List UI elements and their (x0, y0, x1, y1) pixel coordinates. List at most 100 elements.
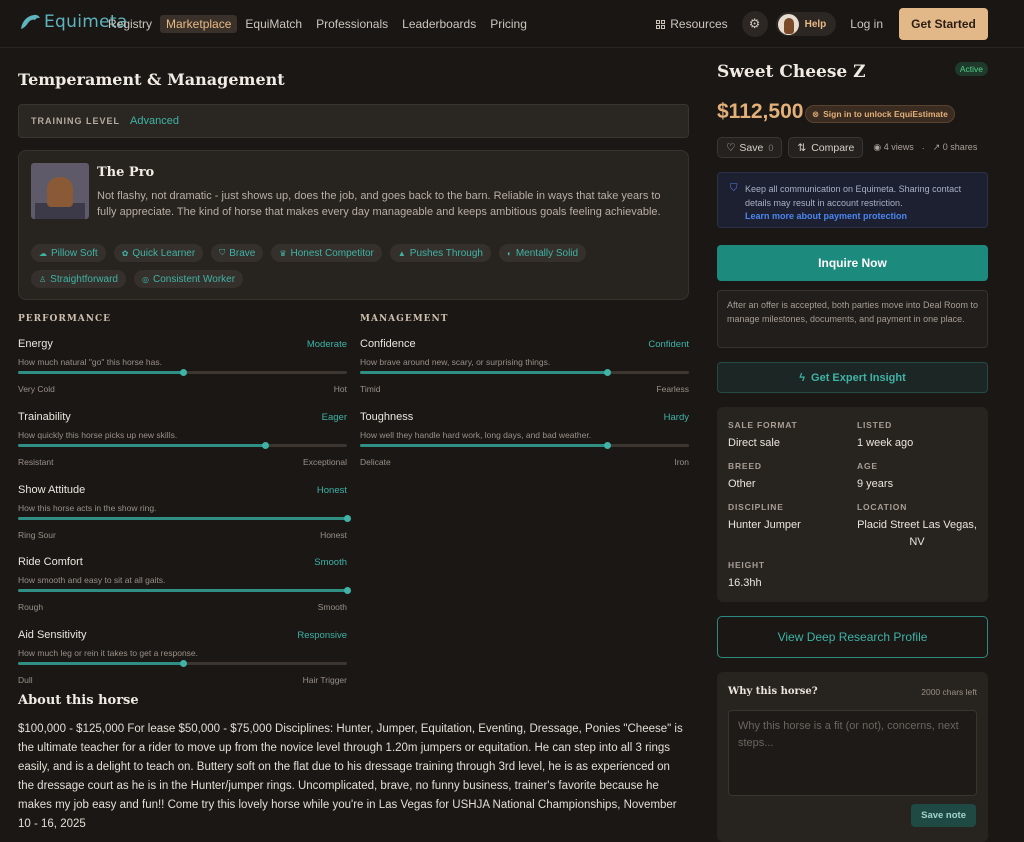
help-button[interactable]: Help (775, 12, 837, 36)
shares-count: ↗ 0 shares (933, 142, 978, 153)
metric-value: Moderate (306, 339, 347, 350)
grid-icon (656, 19, 666, 29)
trait-tag: ◎ Consistent Worker (133, 270, 244, 288)
status-badge: Active (954, 62, 988, 76)
eye-icon: ◉ (873, 142, 884, 152)
why-this-horse-card: Why this horse? 2000 chars left Why this… (717, 672, 988, 842)
performance-heading: PERFORMANCE (18, 314, 112, 324)
metric-description: How brave around new, scary, or surprisi… (360, 357, 551, 367)
metric-description: How quickly this horse picks up new skil… (18, 429, 178, 440)
nav-link-pricing[interactable]: Pricing (484, 15, 533, 33)
metric-slider-thumb (344, 514, 351, 522)
mountain-icon: ▲ (397, 248, 406, 258)
separator-dot: · (921, 142, 925, 153)
training-level-bar: TRAINING LEVEL Advanced (18, 104, 689, 138)
metric-slider-track (18, 514, 351, 522)
metric-slider-track (360, 441, 689, 449)
save-label: Save (739, 141, 764, 154)
trait-tag: ▲ Pushes Through (389, 244, 491, 262)
save-note-button[interactable]: Save note (911, 804, 976, 827)
save-button[interactable]: ♡ Save 0 (717, 137, 783, 158)
payment-protection-link[interactable]: Learn more about payment protection (745, 211, 907, 221)
metric-high-label: Fearless (656, 384, 689, 394)
notice-text: Keep all communication on Equimeta. Shar… (745, 183, 981, 224)
lock-icon: ⊗ (812, 108, 820, 119)
about-title: About this horse (18, 693, 139, 708)
gear-icon: ⚙ (748, 16, 761, 31)
why-note-textarea[interactable]: Why this horse is a fit (or not), concer… (728, 710, 977, 796)
get-started-button[interactable]: Get Started (899, 8, 988, 40)
detail-value: 16.3hh (728, 577, 762, 589)
detail-location: LOCATION Placid Street Las Vegas, NV (857, 502, 977, 551)
trait-tag-label: Consistent Worker (152, 273, 236, 285)
expert-insight-button[interactable]: ϟ Get Expert Insight (717, 362, 988, 393)
compare-icon: ⇅ (797, 141, 807, 154)
metric-description: How smooth and easy to sit at all gaits. (18, 575, 166, 586)
detail-sale-format: SALE FORMAT Direct sale (728, 420, 798, 452)
login-link[interactable]: Log in (850, 17, 883, 31)
views-count: ◉ 4 views (873, 142, 913, 153)
detail-label: LOCATION (857, 502, 908, 512)
metric-high-label: Smooth (317, 602, 347, 613)
resources-label: Resources (670, 17, 728, 31)
trait-tag-label: Brave (229, 247, 256, 259)
metric-slider-track (18, 441, 347, 449)
nav-link-equimatch[interactable]: EquiMatch (239, 15, 308, 33)
detail-value: Hunter Jumper (728, 519, 801, 531)
personality-card: The Pro Not flashy, not dramatic - just … (18, 150, 689, 300)
metric-slider-fill (18, 662, 183, 666)
metric-high-label: Iron (674, 456, 689, 467)
metric-slider-thumb (603, 369, 611, 376)
metric-description: How much natural "go" this horse has. (18, 357, 162, 367)
metric-value: Responsive (297, 630, 347, 642)
detail-label: HEIGHT (728, 560, 765, 570)
why-title: Why this horse? (728, 686, 818, 697)
personality-image (31, 163, 89, 219)
save-count: 0 (768, 142, 774, 153)
nav-link-leaderboards[interactable]: Leaderboards (396, 15, 482, 33)
trait-tag: ✿ Quick Learner (113, 244, 204, 262)
notice-body: Keep all communication on Equimeta. Shar… (745, 184, 962, 208)
metric-slider-thumb (603, 441, 611, 449)
metric-high-label: Honest (320, 529, 347, 540)
metric-confidence: Confidence Confident How brave around new,… (360, 338, 689, 408)
metric-name: Show Attitude (18, 483, 86, 496)
metric-slider-track (360, 369, 689, 376)
detail-label: LISTED (857, 420, 893, 430)
metric-slider-thumb (179, 369, 187, 376)
unlock-estimate-button[interactable]: ⊗ Sign in to unlock EquiEstimate (805, 105, 955, 123)
nav-link-registry[interactable]: Registry (102, 15, 158, 33)
settings-button[interactable]: ⚙ (741, 11, 768, 37)
detail-value: Direct sale (728, 437, 780, 449)
metric-low-label: Rough (18, 602, 44, 613)
nav-links: Registry Marketplace EquiMatch Professio… (102, 15, 535, 33)
metric-description: How much leg or rein it takes to get a r… (18, 648, 199, 659)
shield-icon: ⛉ (730, 183, 738, 194)
nav-link-marketplace[interactable]: Marketplace (160, 15, 238, 33)
metric-description: How this horse acts in the show ring. (18, 502, 157, 513)
inquire-now-button[interactable]: Inquire Now (717, 245, 988, 281)
metric-low-label: Very Cold (18, 384, 55, 394)
management-heading: MANAGEMENT (360, 314, 449, 324)
price: $112,500 (717, 100, 804, 123)
metric-trainability: Trainability Eager How quickly this horse … (18, 411, 347, 481)
training-level-label: TRAINING LEVEL (31, 116, 121, 126)
metric-low-label: Timid (360, 384, 381, 394)
metric-slider-thumb (179, 660, 187, 668)
compare-button[interactable]: ⇅ Compare (788, 137, 864, 158)
nav-link-professionals[interactable]: Professionals (310, 15, 394, 33)
bolt-icon: ϟ (799, 371, 806, 384)
half-circle-icon: ◐ (507, 248, 512, 258)
metric-name: Toughness (360, 410, 414, 423)
detail-value: Other (728, 478, 756, 490)
metric-value: Eager (321, 411, 347, 423)
deep-research-button[interactable]: View Deep Research Profile (717, 616, 988, 658)
detail-value: Placid Street Las Vegas, NV (857, 519, 977, 548)
metric-name: Aid Sensitivity (18, 629, 87, 642)
metric-description: How well they handle hard work, long day… (360, 429, 592, 440)
metric-slider-fill (18, 589, 347, 593)
resources-link[interactable]: Resources (656, 17, 728, 31)
logo-horse-icon (21, 14, 40, 29)
trait-tag: ◐ Mentally Solid (499, 244, 587, 262)
metric-slider-thumb (344, 587, 351, 595)
